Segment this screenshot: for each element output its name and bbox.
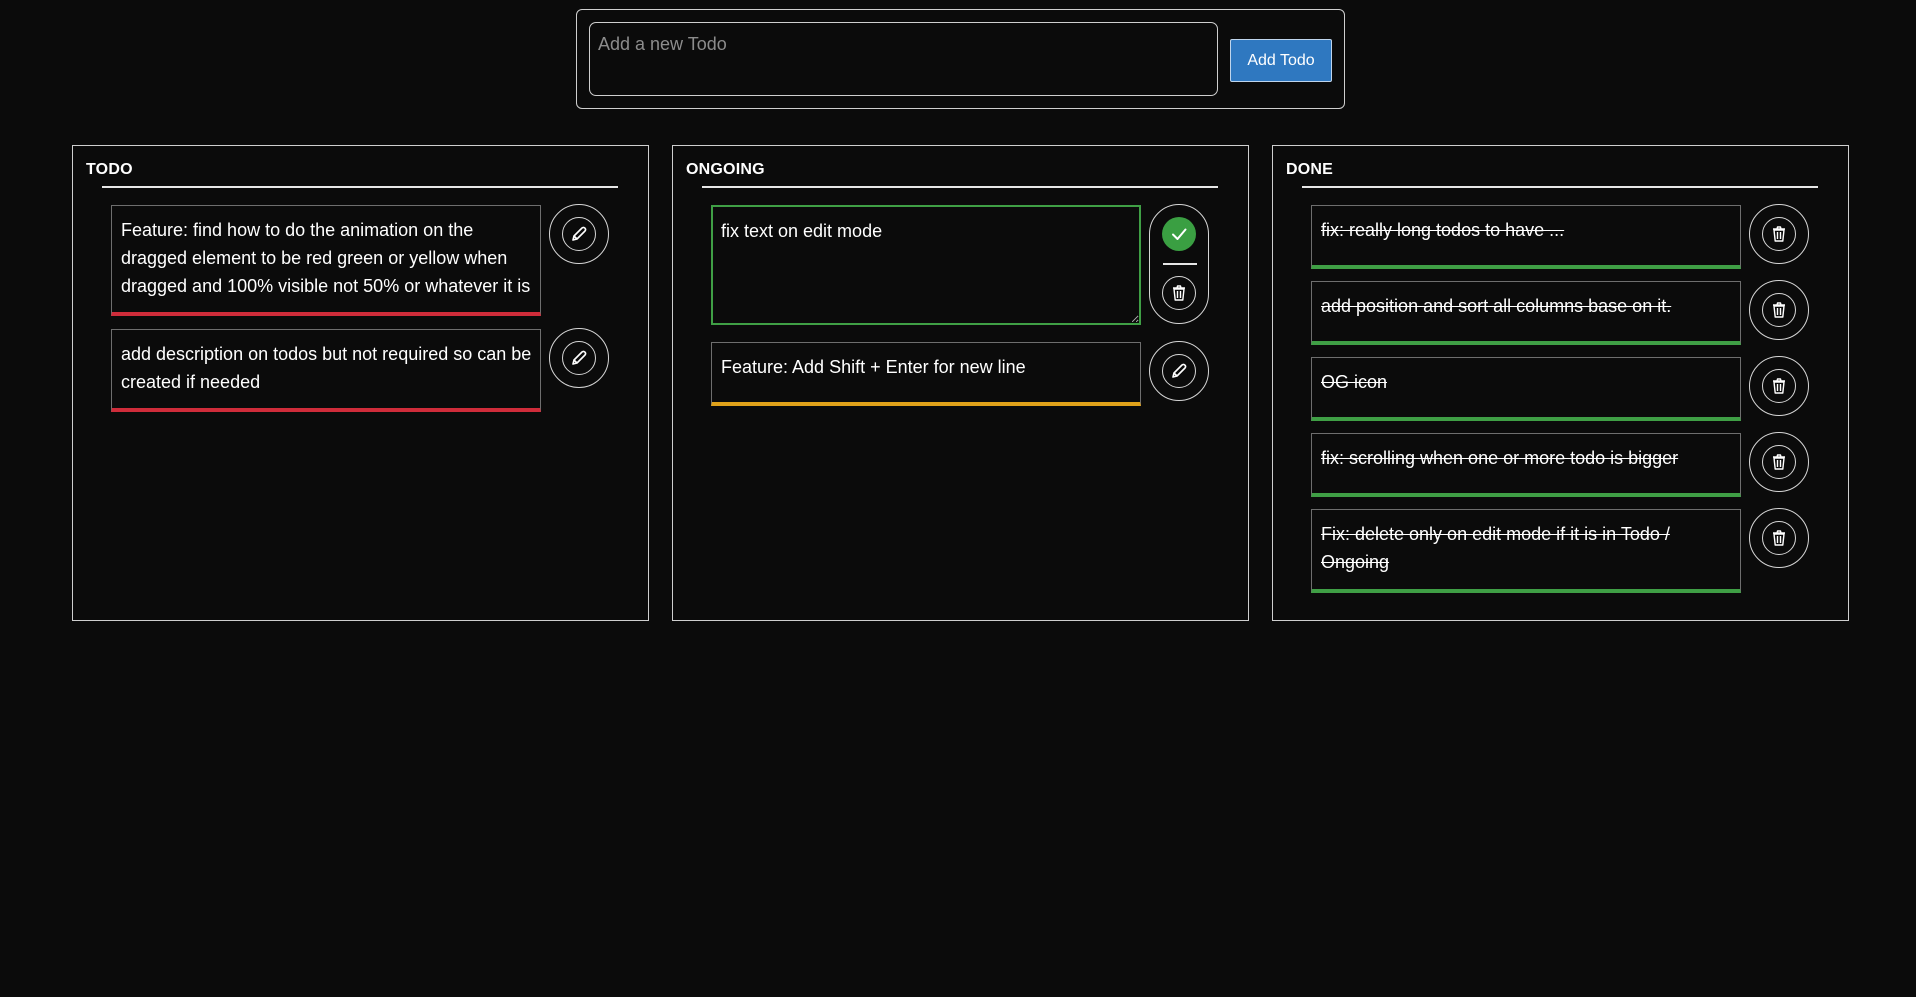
column-divider — [702, 186, 1218, 188]
edit-actions — [1149, 204, 1209, 324]
trash-icon — [1762, 369, 1796, 403]
ongoing-column: ONGOING fix text on edit mode Feature: A… — [672, 145, 1249, 621]
todo-card-text: add description on todos but not require… — [121, 344, 532, 392]
delete-button[interactable] — [1749, 432, 1809, 492]
done-column: DONE fix: really long todos to have ... … — [1272, 145, 1849, 621]
done-card[interactable]: add position and sort all columns base o… — [1311, 281, 1741, 345]
delete-button[interactable] — [1749, 204, 1809, 264]
trash-icon — [1762, 445, 1796, 479]
column-title-ongoing: ONGOING — [686, 161, 765, 178]
todo-card[interactable]: add description on todos but not require… — [111, 329, 541, 412]
todo-column: TODO Feature: find how to do the animati… — [72, 145, 649, 621]
done-card-text: fix: really long todos to have ... — [1321, 220, 1565, 240]
trash-icon — [1762, 293, 1796, 327]
delete-button[interactable] — [1749, 280, 1809, 340]
action-divider — [1163, 263, 1197, 265]
delete-button[interactable] — [1749, 508, 1809, 568]
check-icon — [1172, 228, 1187, 240]
trash-icon — [1762, 521, 1796, 555]
edit-icon — [1162, 354, 1196, 388]
ongoing-card[interactable]: Feature: Add Shift + Enter for new line — [711, 342, 1141, 406]
edit-button[interactable] — [549, 328, 609, 388]
edit-icon — [562, 217, 596, 251]
column-title-todo: TODO — [86, 161, 133, 178]
new-todo-input[interactable] — [589, 22, 1218, 96]
done-card[interactable]: Fix: delete only on edit mode if it is i… — [1311, 509, 1741, 593]
done-card[interactable]: fix: really long todos to have ... — [1311, 205, 1741, 269]
edit-todo-textarea[interactable]: fix text on edit mode — [711, 205, 1141, 325]
add-todo-form: Add Todo — [576, 9, 1345, 109]
trash-icon — [1762, 217, 1796, 251]
column-divider — [102, 186, 618, 188]
edit-icon — [562, 341, 596, 375]
done-card-text: add position and sort all columns base o… — [1321, 296, 1672, 316]
delete-button[interactable] — [1162, 276, 1196, 310]
delete-button[interactable] — [1749, 356, 1809, 416]
column-divider — [1302, 186, 1818, 188]
todo-card-text: Feature: find how to do the animation on… — [121, 220, 531, 296]
trash-icon — [1173, 285, 1185, 301]
done-card-text: Fix: delete only on edit mode if it is i… — [1321, 524, 1670, 572]
done-card[interactable]: OG icon — [1311, 357, 1741, 421]
column-title-done: DONE — [1286, 161, 1334, 178]
done-card-text: fix: scrolling when one or more todo is … — [1321, 448, 1679, 468]
confirm-button[interactable] — [1162, 217, 1196, 251]
edit-button[interactable] — [1149, 341, 1209, 401]
add-todo-button[interactable]: Add Todo — [1230, 39, 1332, 82]
edit-button[interactable] — [549, 204, 609, 264]
done-card-text: OG icon — [1321, 372, 1388, 392]
todo-card[interactable]: Feature: find how to do the animation on… — [111, 205, 541, 316]
ongoing-card-text: Feature: Add Shift + Enter for new line — [721, 357, 1026, 377]
done-card[interactable]: fix: scrolling when one or more todo is … — [1311, 433, 1741, 497]
